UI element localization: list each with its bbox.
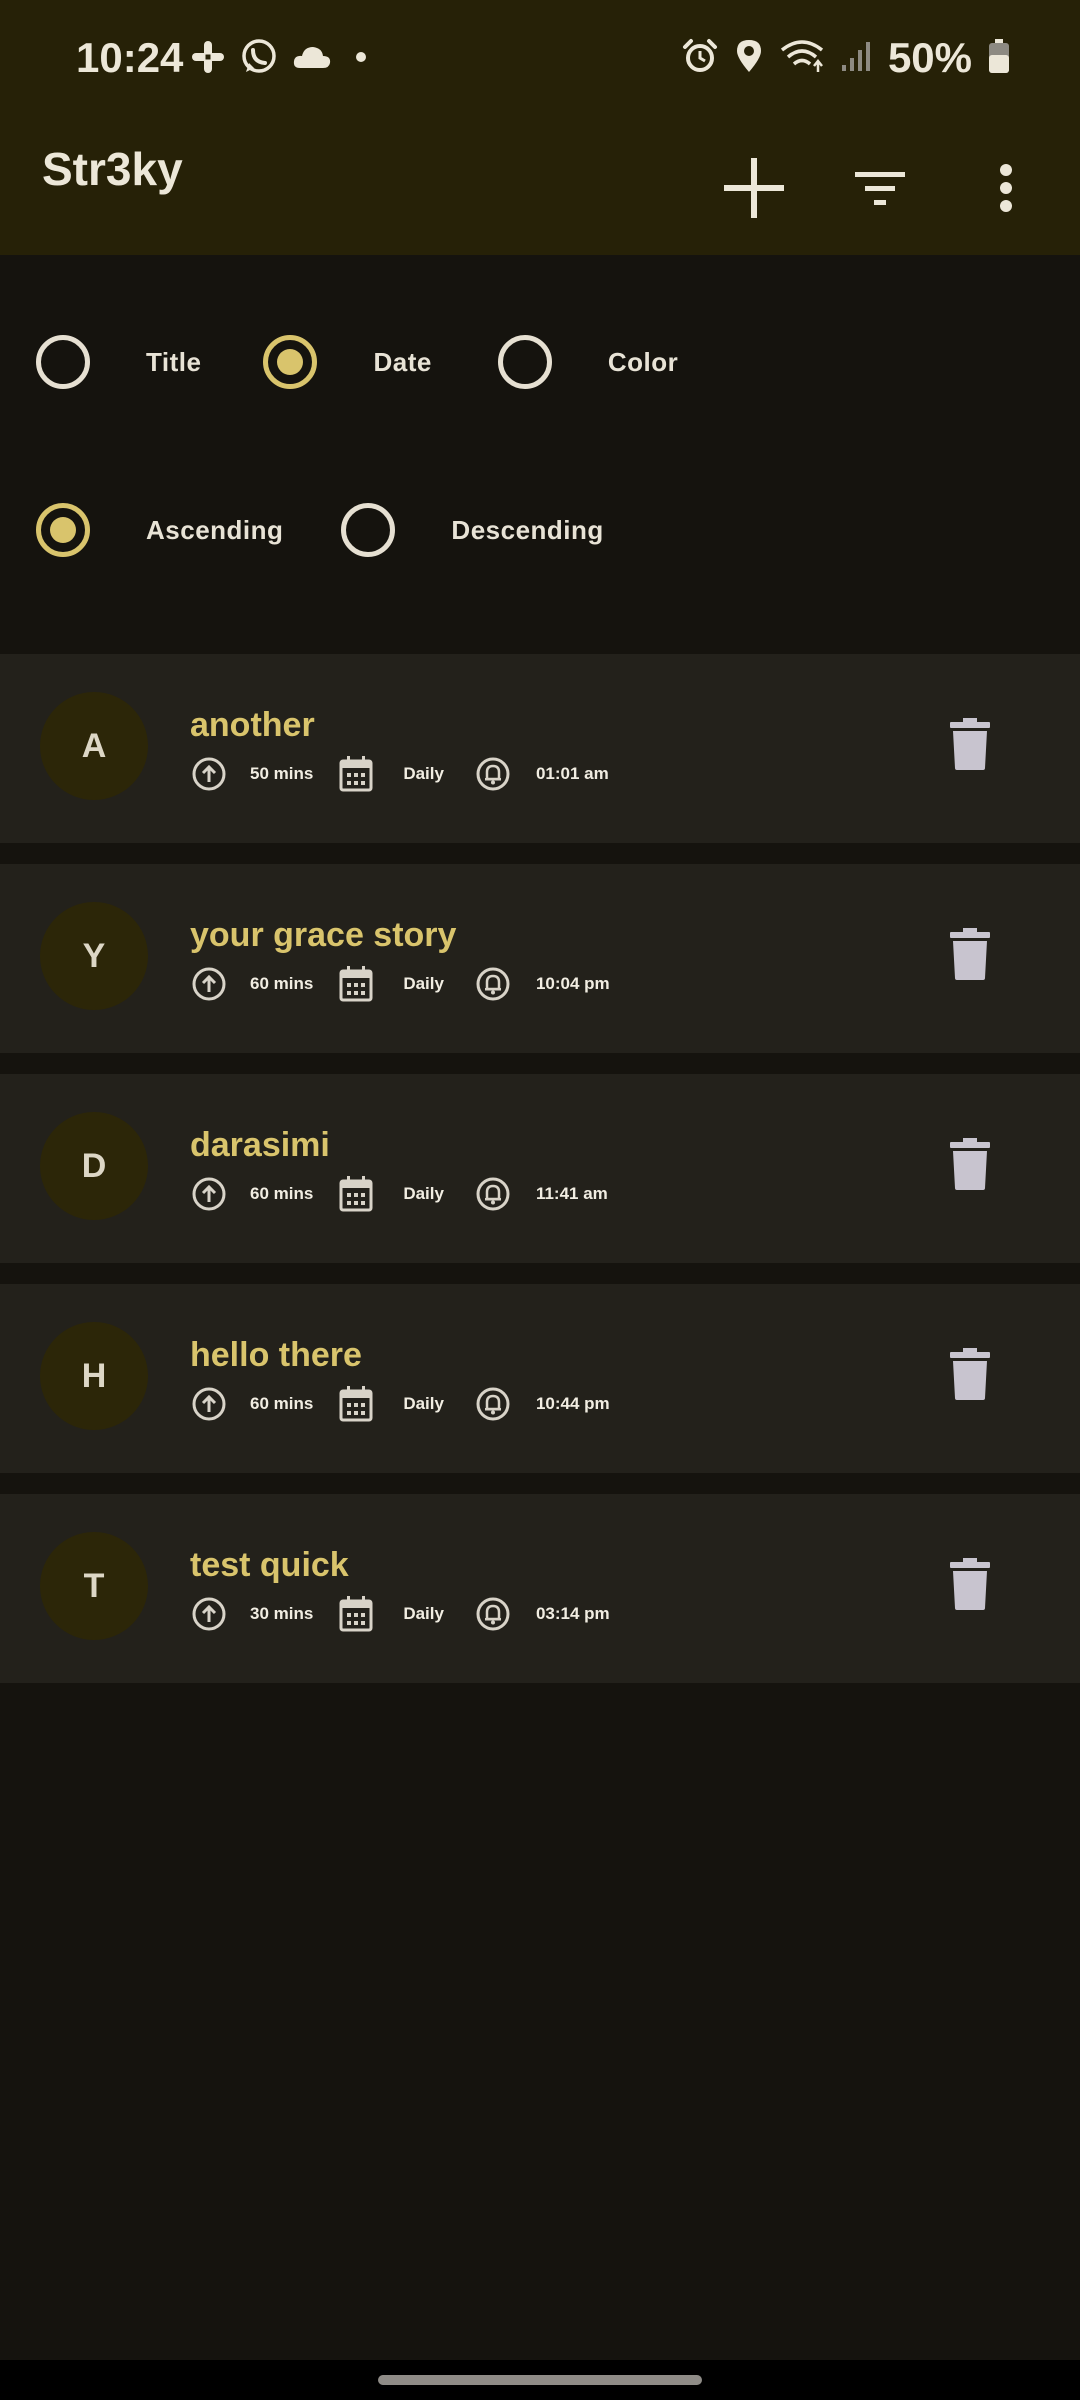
radio-descending[interactable]: [341, 503, 396, 557]
duration-icon: [190, 1595, 228, 1633]
whatsapp-icon: [240, 38, 278, 81]
slack-icon: [190, 39, 226, 80]
habit-card[interactable]: H hello there 60 mins Daily 10:44 pm: [0, 1284, 1080, 1473]
habit-duration: 30 mins: [250, 1604, 314, 1623]
dot-icon: [346, 42, 376, 77]
signal-icon: [840, 39, 872, 78]
sort-by-group: Title Date Color: [0, 335, 678, 389]
reminder-icon: [474, 1385, 512, 1423]
reminder-icon: [474, 965, 512, 1003]
trash-icon: [950, 1558, 990, 1614]
radio-color-label[interactable]: Color: [608, 347, 678, 378]
delete-button[interactable]: [950, 1348, 1000, 1408]
habit-frequency: Daily: [403, 1394, 444, 1413]
sort-panel: Title Date Color Ascending Descending: [0, 255, 1080, 655]
filter-button[interactable]: [830, 140, 930, 240]
radio-color[interactable]: [497, 335, 552, 389]
delete-button[interactable]: [950, 718, 1000, 778]
location-icon: [734, 38, 764, 79]
filter-icon: [855, 168, 905, 213]
radio-date[interactable]: [263, 335, 318, 389]
duration-icon: [190, 1385, 228, 1423]
reminder-icon: [474, 1175, 512, 1213]
habit-title: your grace story: [190, 916, 457, 954]
habit-reminder: 10:44 pm: [535, 1394, 610, 1413]
calendar-icon: [337, 1175, 375, 1213]
app-title: Str3ky: [42, 143, 183, 195]
habit-meta: 60 mins Daily 11:41 am: [190, 1174, 608, 1214]
duration-icon: [190, 965, 228, 1003]
avatar: D: [40, 1112, 148, 1220]
habit-title: test quick: [190, 1546, 349, 1584]
more-vert-icon: [999, 163, 1013, 217]
more-options-button[interactable]: [956, 140, 1056, 240]
radio-title-label[interactable]: Title: [146, 347, 201, 378]
radio-descending-label[interactable]: Descending: [451, 515, 603, 546]
radio-ascending-label[interactable]: Ascending: [146, 515, 283, 546]
add-icon: [722, 156, 786, 225]
trash-icon: [950, 1348, 990, 1404]
habit-meta: 50 mins Daily 01:01 am: [190, 754, 609, 794]
notification-icons: [190, 38, 376, 81]
habit-title: hello there: [190, 1336, 362, 1374]
trash-icon: [950, 1138, 990, 1194]
habit-duration: 50 mins: [250, 764, 314, 783]
delete-button[interactable]: [950, 1138, 1000, 1198]
system-status: 50%: [682, 34, 1010, 82]
habit-meta: 60 mins Daily 10:04 pm: [190, 964, 610, 1004]
duration-icon: [190, 1175, 228, 1213]
habit-card[interactable]: A another 50 mins Daily 01:01 am: [0, 654, 1080, 843]
status-bar: 10:24 50%: [0, 0, 1080, 120]
habit-frequency: Daily: [403, 1184, 444, 1203]
trash-icon: [950, 718, 990, 774]
avatar: H: [40, 1322, 148, 1430]
radio-date-label[interactable]: Date: [373, 347, 431, 378]
habit-frequency: Daily: [403, 764, 444, 783]
calendar-icon: [337, 965, 375, 1003]
habit-meta: 60 mins Daily 10:44 pm: [190, 1384, 610, 1424]
avatar: T: [40, 1532, 148, 1640]
battery-icon: [988, 38, 1010, 79]
battery-percent: 50%: [887, 34, 972, 81]
wifi-icon: [780, 38, 824, 79]
habit-duration: 60 mins: [250, 974, 314, 993]
habit-reminder: 03:14 pm: [535, 1604, 610, 1623]
cloud-icon: [292, 42, 332, 77]
alarm-icon: [682, 38, 718, 79]
habit-card[interactable]: D darasimi 60 mins Daily 11:41 am: [0, 1074, 1080, 1263]
calendar-icon: [337, 1385, 375, 1423]
habit-frequency: Daily: [403, 1604, 444, 1623]
habit-card[interactable]: Y your grace story 60 mins Daily 10:04 p…: [0, 864, 1080, 1053]
habit-title: darasimi: [190, 1126, 330, 1164]
habit-card[interactable]: T test quick 30 mins Daily 03:14 pm: [0, 1494, 1080, 1683]
home-indicator[interactable]: [378, 2375, 702, 2385]
reminder-icon: [474, 1595, 512, 1633]
trash-icon: [950, 928, 990, 984]
delete-button[interactable]: [950, 928, 1000, 988]
status-time: 10:24: [76, 34, 184, 81]
habit-title: another: [190, 706, 315, 744]
avatar: A: [40, 692, 148, 800]
habit-frequency: Daily: [403, 974, 444, 993]
calendar-icon: [337, 755, 375, 793]
habit-reminder: 01:01 am: [535, 764, 609, 783]
delete-button[interactable]: [950, 1558, 1000, 1618]
radio-title[interactable]: [36, 335, 90, 389]
habit-reminder: 10:04 pm: [535, 974, 610, 993]
radio-ascending[interactable]: [36, 503, 90, 557]
app-bar: Str3ky: [0, 120, 1080, 255]
reminder-icon: [474, 755, 512, 793]
calendar-icon: [337, 1595, 375, 1633]
habit-reminder: 11:41 am: [535, 1184, 608, 1203]
sort-order-group: Ascending Descending: [0, 503, 604, 557]
avatar: Y: [40, 902, 148, 1010]
habit-meta: 30 mins Daily 03:14 pm: [190, 1594, 610, 1634]
duration-icon: [190, 755, 228, 793]
add-button[interactable]: [704, 140, 804, 240]
habit-duration: 60 mins: [250, 1184, 314, 1203]
habit-duration: 60 mins: [250, 1394, 314, 1413]
